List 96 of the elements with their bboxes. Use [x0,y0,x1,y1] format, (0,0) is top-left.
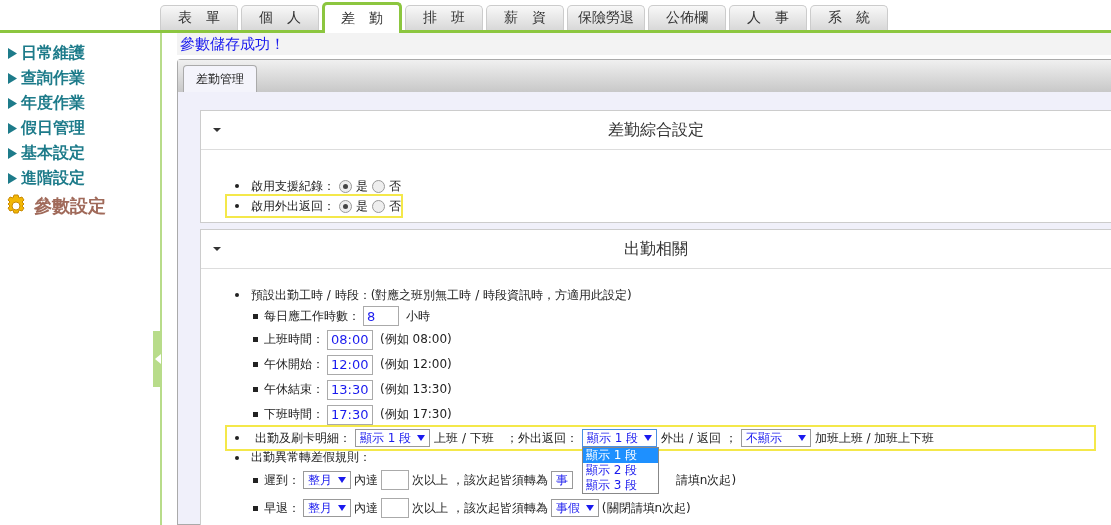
nav-tab[interactable]: 保險勞退 [567,5,645,30]
input-field[interactable]: 8 [363,306,399,326]
square-bullet-icon [253,505,258,511]
sidebar-item[interactable]: 查詢作業 [0,66,160,91]
collapse-handle[interactable] [153,331,162,387]
bullet-icon [235,436,239,440]
nav-tab[interactable]: 個 人 [241,5,319,30]
label-text: 內達 [354,471,378,489]
label-text: 加班上班 / 加班上下班 [814,429,935,447]
bullet-icon [235,455,239,460]
radio-button[interactable] [372,199,385,213]
radio-button[interactable] [372,179,385,193]
triangle-icon [8,73,17,84]
triangle-icon [154,354,161,364]
setting-label: 上班時間： [264,331,324,348]
setting-label: 下班時間： [264,406,324,423]
radio-button[interactable] [339,179,352,193]
dropdown-arrow-icon [417,435,426,441]
square-bullet-icon [253,387,258,392]
label-text: 次以上 ，該次起皆須轉為 [412,499,548,517]
sidebar-item[interactable]: 日常維護 [0,41,160,66]
nav-tab[interactable]: 公佈欄 [648,5,726,30]
square-bullet-icon [253,477,258,483]
dropdown-select[interactable]: 整月 [303,471,351,489]
input-field[interactable]: 12:00 [327,354,373,375]
panel-tab[interactable]: 差勤管理 [183,65,257,92]
dropdown-select[interactable]: 事假 [550,499,599,517]
nav-tab[interactable]: 薪 資 [486,5,564,30]
square-bullet-icon [253,362,258,367]
bullet-icon [235,184,239,188]
radio-button[interactable] [339,199,352,213]
hint-text: (例如 08:00) [380,331,452,348]
nav-tab[interactable]: 系 統 [810,5,888,30]
setting-label: 啟用外出返回： [251,197,335,215]
accordion-header[interactable]: 出勤相關 [201,230,1111,269]
label-text: 外出 / 返回 ； [661,429,737,447]
triangle-icon [8,48,17,59]
dropdown-select[interactable]: 事 [550,471,573,489]
input-field[interactable]: 17:30 [327,404,373,425]
triangle-icon [8,98,17,109]
success-message: 參數儲存成功！ [177,33,1111,55]
setting-label: 每日應工作時數： [264,307,360,325]
nav-tab[interactable]: 表 單 [160,5,238,30]
bullet-icon [235,293,239,297]
label-text: (關閉請填n次起) [601,499,691,517]
bullet-icon [235,204,239,208]
label-text: 內達 [354,499,378,517]
accordion-header[interactable]: 差勤綜合設定 [201,111,1111,150]
label-text: 上班 / 下班 ；外出返回： [434,429,578,447]
sidebar-item[interactable]: 進階設定 [0,166,160,191]
setting-label: 預設出勤工時 / 時段：(對應之班別無工時 / 時段資訊時，方適用此設定) [251,286,632,304]
dropdown-select[interactable]: 不顯示 [740,429,811,447]
dropdown-arrow-icon [585,505,594,511]
hint-text: 小時 [406,307,430,325]
sidebar-item[interactable]: 基本設定 [0,141,160,166]
nav-tab[interactable]: 人 事 [729,5,807,30]
dropdown-select[interactable]: 整月 [303,499,351,517]
label-text: 請填n次起) [675,471,737,489]
label-text: 遲到： [264,471,300,489]
radio-label: 否 [389,197,401,215]
setting-label: 午休結束： [264,381,324,398]
input-field[interactable]: 13:30 [327,379,373,400]
radio-label: 是 [356,197,368,215]
hint-text: (例如 17:30) [380,406,452,423]
dropdown-arrow-icon [338,477,346,483]
square-bullet-icon [253,412,258,417]
square-bullet-icon [253,313,258,319]
hint-text: (例如 13:30) [380,381,452,398]
label-text: 次以上 ，該次起皆須轉為 [412,471,548,489]
radio-label: 是 [356,177,368,195]
label-text: 出勤及刷卡明細： [255,429,351,447]
sidebar-item[interactable]: 年度作業 [0,91,160,116]
dropdown-select[interactable]: 顯示 1 段 [581,429,658,447]
nav-tab[interactable]: 排 班 [405,5,483,30]
dropdown-arrow-icon [338,505,346,511]
input-field[interactable] [381,498,409,518]
dropdown-arrow-icon [797,435,806,441]
setting-label: 啟用支援紀錄： [251,177,335,195]
input-field[interactable] [381,470,409,490]
label-text: 早退： [264,499,300,517]
nav-tab[interactable]: 差 勤 [322,2,402,33]
sidebar-item[interactable]: 參數設定 [0,191,160,221]
sidebar-item[interactable]: 假日管理 [0,116,160,141]
radio-label: 否 [389,177,401,195]
square-bullet-icon [253,337,258,342]
dropdown-select[interactable]: 顯示 1 段 [355,429,431,447]
setting-label: 出勤異常轉差假規則： [251,449,371,466]
dropdown-arrow-icon [644,435,653,441]
caret-icon [213,245,221,253]
caret-icon [213,126,221,134]
triangle-icon [8,148,17,159]
hint-text: (例如 12:00) [380,356,452,373]
triangle-icon [8,123,17,134]
triangle-icon [8,173,17,184]
input-field[interactable]: 08:00 [327,329,373,350]
setting-label: 午休開始： [264,356,324,373]
